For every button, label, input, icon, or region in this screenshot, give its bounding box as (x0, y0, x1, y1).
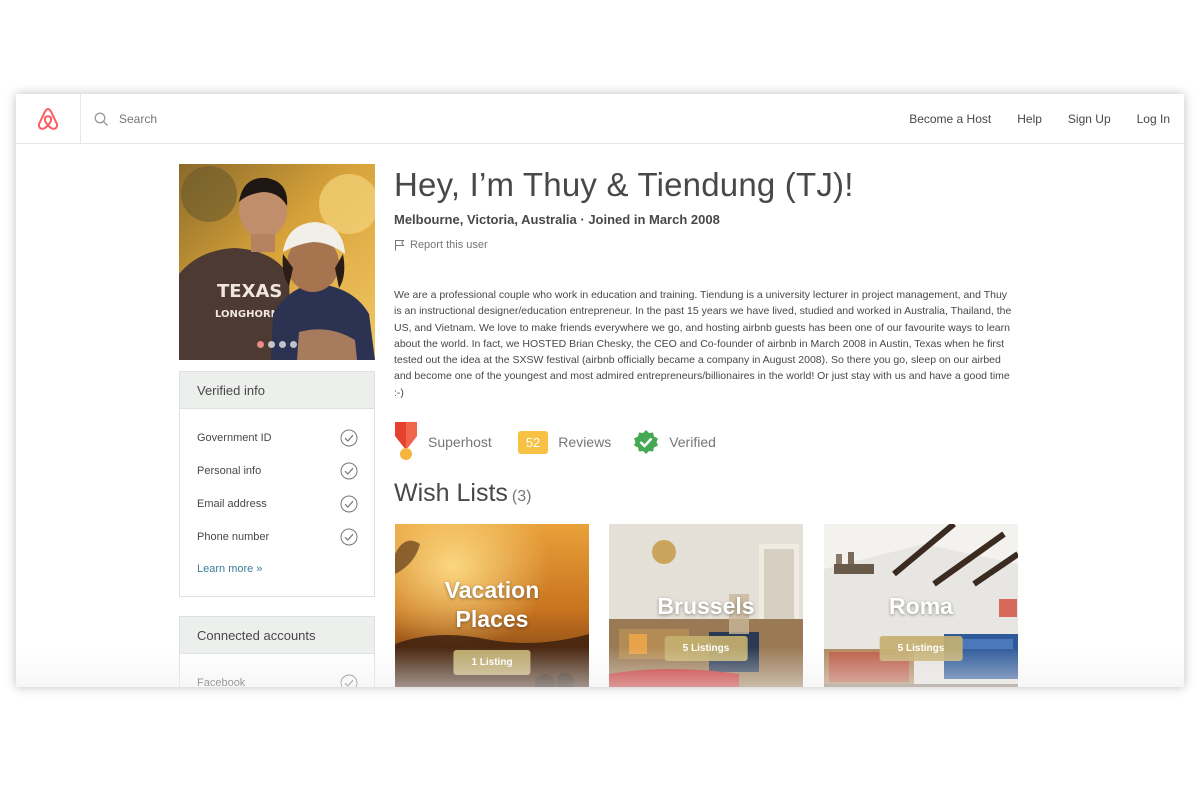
connected-account-label: Facebook (197, 676, 246, 688)
search-icon (94, 112, 108, 126)
become-host-link[interactable]: Become a Host (909, 112, 991, 126)
wish-lists-title: Wish Lists (394, 479, 508, 507)
profile-main: Hey, I’m Thuy & Tiendung (TJ)! Melbourne… (394, 164, 1019, 401)
airbnb-logo[interactable] (16, 94, 81, 144)
reviews-label[interactable]: Reviews (558, 434, 611, 450)
wishlist-listings-button[interactable]: 5 Listings (664, 636, 748, 661)
check-circle-icon (340, 674, 358, 687)
check-circle-icon (340, 495, 358, 512)
wishlist-card-title: Roma (889, 593, 953, 619)
about-text: We are a professional couple who work in… (394, 289, 1012, 399)
connected-accounts-panel: Connected accounts Facebook (179, 616, 375, 687)
wishlist-card-title: Vacation Places (395, 576, 589, 634)
wishlist-listings-button[interactable]: 5 Listings (879, 636, 963, 661)
superhost-medal-icon (395, 422, 417, 460)
wishlist-card-brussels[interactable]: Brussels 5 Listings (609, 524, 803, 687)
wish-lists-count: (3) (511, 488, 532, 505)
reviews-count-badge[interactable]: 52 (517, 430, 549, 454)
verified-item-label: Phone number (197, 530, 270, 543)
profile-title: Hey, I’m Thuy & Tiendung (TJ)! (394, 166, 854, 203)
verified-info-panel: Verified info Government ID Personal inf… (179, 371, 375, 597)
photo-pager[interactable] (257, 341, 297, 348)
top-nav-bar: Search Become a Host Help Sign Up Log In (16, 94, 1184, 144)
check-circle-icon (340, 429, 358, 446)
verified-item-label: Personal info (197, 464, 262, 477)
check-circle-icon (340, 528, 358, 545)
profile-photo-image: TEXAS LONGHORNS (179, 164, 375, 360)
superhost-label: Superhost (428, 434, 492, 450)
verified-item-label: Government ID (197, 431, 272, 444)
header-nav: Become a Host Help Sign Up Log In (909, 94, 1184, 144)
pager-dot[interactable] (268, 341, 275, 348)
verified-info-heading: Verified info (180, 372, 374, 409)
verified-badge-icon (634, 430, 659, 454)
search-input[interactable]: Search (119, 112, 157, 126)
connected-accounts-heading: Connected accounts (180, 617, 374, 654)
verified-item: Government ID (180, 421, 374, 454)
verified-label: Verified (669, 434, 716, 450)
profile-badges: Superhost 52 Reviews Verified (394, 422, 716, 462)
verified-item: Personal info (180, 454, 374, 487)
wish-lists-heading: Wish Lists (3) (394, 479, 531, 508)
profile-subtitle: Melbourne, Victoria, Australia · Joined … (394, 212, 720, 227)
pager-dot[interactable] (279, 341, 286, 348)
wishlist-listings-button[interactable]: 1 Listing (453, 650, 531, 675)
search-bar[interactable]: Search (94, 94, 157, 144)
verified-item-label: Email address (197, 497, 267, 510)
help-link[interactable]: Help (1017, 112, 1042, 126)
wishlist-title-line: Places (455, 606, 529, 632)
airbnb-logo-icon (37, 107, 59, 130)
pager-dot[interactable] (290, 341, 297, 348)
shirt-text-1: TEXAS (217, 281, 282, 302)
log-in-link[interactable]: Log In (1137, 112, 1170, 126)
wishlist-title-line: Vacation (444, 577, 540, 603)
wishlist-card-title: Brussels (657, 593, 755, 619)
verified-item: Phone number (180, 520, 374, 553)
wishlist-card-roma[interactable]: Roma 5 Listings (824, 524, 1018, 687)
learn-more-link[interactable]: Learn more » (180, 563, 374, 575)
wishlist-card-vacation-places[interactable]: Vacation Places 1 Listing (395, 524, 589, 687)
report-user-link[interactable]: Report this user (394, 239, 1019, 251)
sign-up-link[interactable]: Sign Up (1068, 112, 1111, 126)
connected-account-item: Facebook (180, 666, 374, 687)
profile-photo[interactable]: TEXAS LONGHORNS (179, 164, 375, 360)
pager-dot[interactable] (257, 341, 264, 348)
check-circle-icon (340, 462, 358, 479)
verified-item: Email address (180, 487, 374, 520)
report-user-label: Report this user (410, 239, 488, 251)
flag-icon (395, 240, 405, 251)
browser-page: Search Become a Host Help Sign Up Log In (16, 94, 1184, 687)
